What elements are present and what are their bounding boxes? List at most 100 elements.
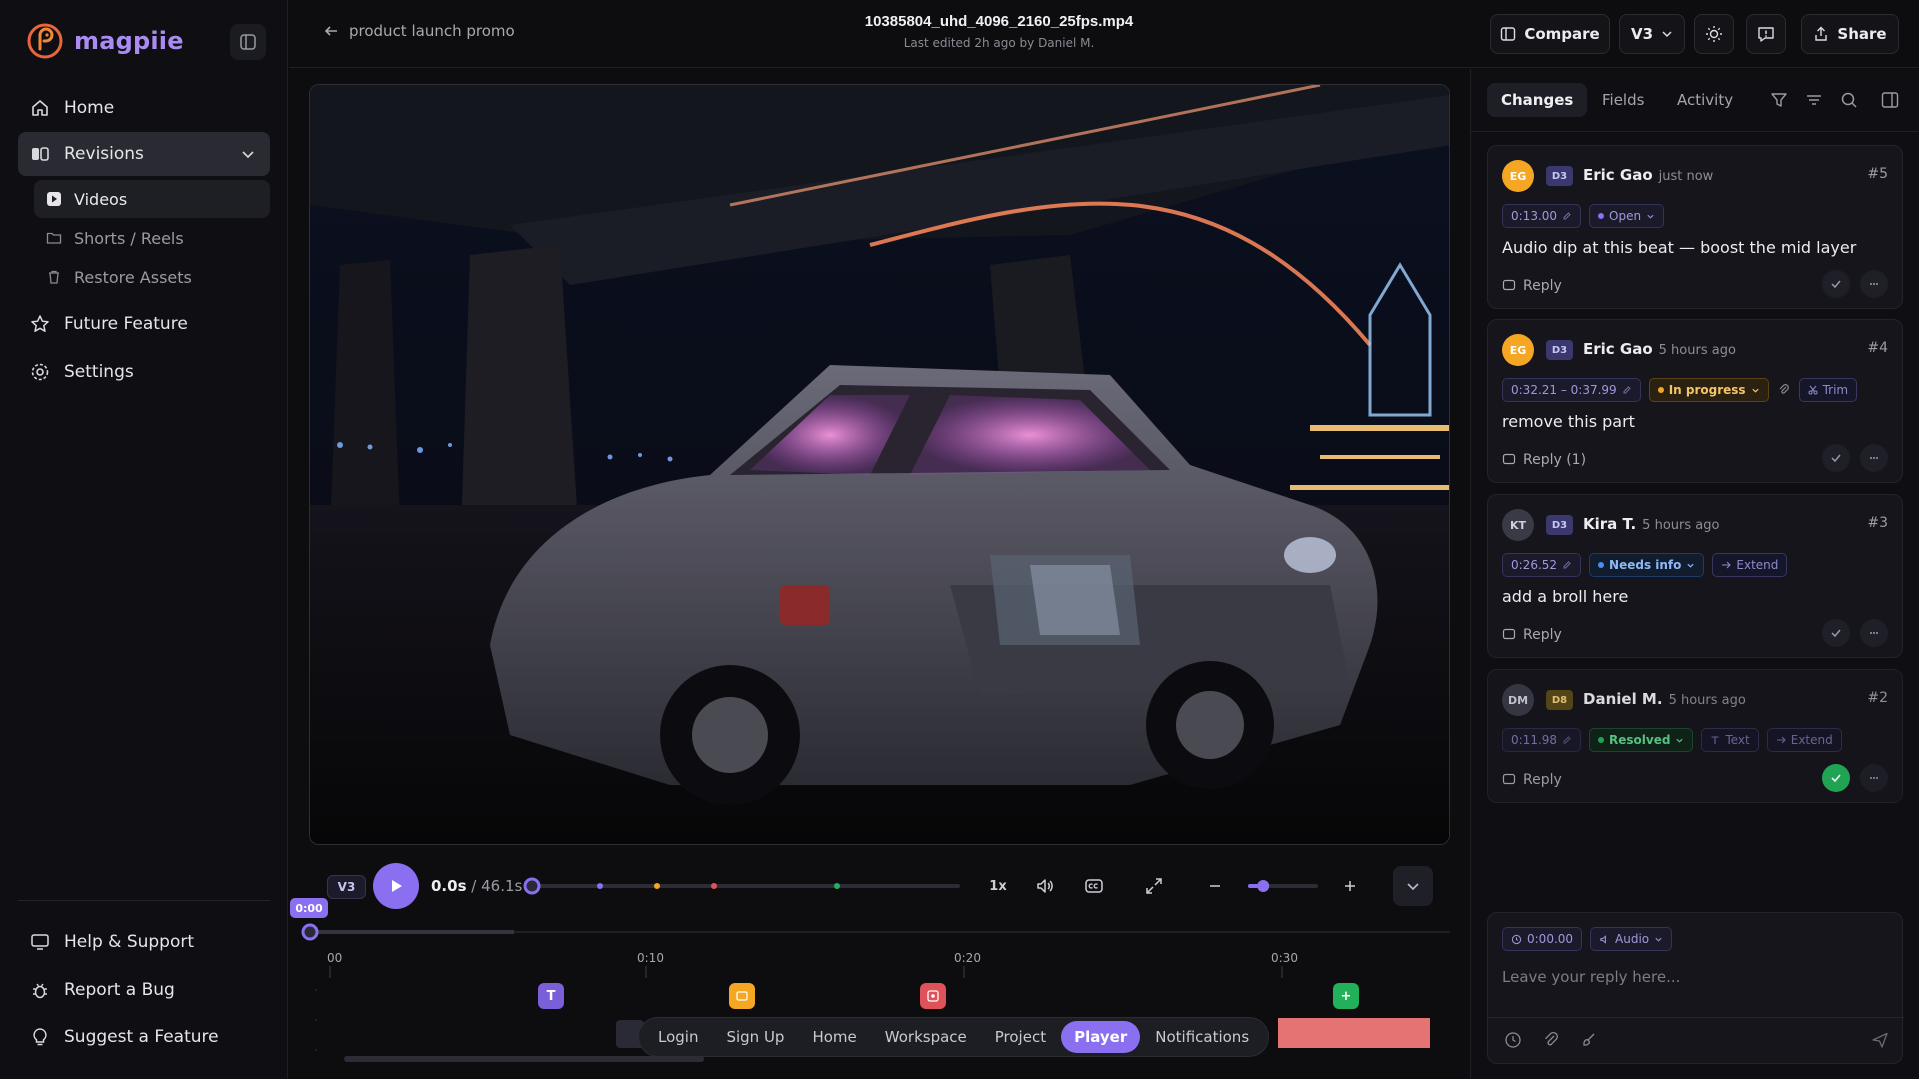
scrubber[interactable] [520,876,960,896]
comment-number: #5 [1867,166,1888,182]
search-icon[interactable] [1839,90,1859,110]
timestamp-chip[interactable]: 0:11.98 [1502,728,1582,752]
scrubber-comment-dot[interactable] [654,883,660,889]
resolve-button[interactable] [1822,619,1850,647]
resolve-button[interactable] [1822,270,1850,298]
tick-label: 00 [327,951,343,965]
status-dot [1598,737,1605,743]
timestamp-chip[interactable]: 0:13.00 [1502,204,1582,228]
filter-icon[interactable] [1769,90,1789,110]
timeline-scrollbar[interactable] [344,1056,704,1062]
sort-icon[interactable] [1804,90,1824,110]
timestamp-chip[interactable]: 0:26.52 [1502,553,1582,577]
zoom-handle[interactable] [1257,880,1270,892]
nav-suggest-feature[interactable]: Suggest a Feature [18,1015,270,1059]
status-dropdown[interactable]: Open [1589,204,1665,228]
reply-timestamp-chip[interactable]: 0:00.00 [1502,927,1583,951]
timeline-marker-media[interactable] [920,983,946,1009]
more-button[interactable] [1860,764,1888,792]
chat-icon [1502,773,1516,785]
bottom-nav-workspace[interactable]: Workspace [872,1021,980,1053]
sub-shorts-reels[interactable]: Shorts / Reels [34,219,270,257]
collapse-player-button[interactable] [1393,866,1433,906]
resolve-button[interactable] [1822,444,1850,472]
feedback-button[interactable] [1746,14,1786,54]
collapse-sidebar-button[interactable] [230,24,266,60]
reply-button[interactable]: Reply [1502,627,1562,643]
reply-button[interactable]: Reply [1502,278,1562,294]
tag-chip[interactable]: Text [1701,728,1759,752]
scrubber-handle[interactable] [523,877,541,895]
timeline-marker-image[interactable] [729,983,755,1009]
check-icon [1831,454,1841,463]
comment-card[interactable]: DM D8 Daniel M. 5 hours ago #2 0:11.98 Re… [1487,669,1903,803]
nav-report-bug[interactable]: Report a Bug [18,968,270,1012]
sub-videos[interactable]: Videos [34,180,270,218]
avatar: DM [1502,684,1534,716]
audio-clip-block[interactable] [1278,1018,1430,1048]
zoom-slider[interactable] [1246,876,1320,896]
app-logo[interactable]: magpiie [26,22,184,60]
compare-button[interactable]: Compare [1490,14,1610,54]
reply-button[interactable]: Reply [1502,772,1562,788]
reply-input[interactable] [1502,965,1882,989]
status-dropdown[interactable]: Needs info [1589,553,1705,577]
playhead-handle[interactable] [301,923,319,941]
status-dropdown[interactable]: In progress [1648,378,1769,402]
tick-label: 0:20 [954,951,981,965]
tag-chip[interactable]: Trim [1798,378,1858,402]
sub-restore-assets[interactable]: Restore Assets [34,258,270,296]
tab-activity[interactable]: Activity [1663,83,1747,117]
bottom-nav-login[interactable]: Login [645,1021,711,1053]
paperclip-icon[interactable] [1542,1031,1560,1049]
scrubber-comment-dot[interactable] [597,883,603,889]
comment-card[interactable]: EG D3 Eric Gao 5 hours ago #4 0:32.21 – 0… [1487,319,1903,483]
status-dropdown[interactable]: Resolved [1589,728,1694,752]
volume-button[interactable] [1031,872,1059,900]
fullscreen-button[interactable] [1140,872,1168,900]
nav-settings[interactable]: Settings [18,350,270,394]
nav-revisions[interactable]: Revisions [18,132,270,176]
expand-icon [1146,878,1162,894]
more-button[interactable] [1860,270,1888,298]
brush-icon[interactable] [1580,1031,1598,1049]
nav-help-support[interactable]: Help & Support [18,920,270,964]
tag-chip[interactable]: Extend [1712,553,1788,577]
bottom-nav-project[interactable]: Project [982,1021,1059,1053]
reply-button[interactable]: Reply (1) [1502,452,1586,468]
version-select[interactable]: V3 [1619,14,1685,54]
video-viewer[interactable] [309,84,1450,845]
clock-icon[interactable] [1504,1031,1522,1049]
player-version-chip[interactable]: V3 [327,875,366,899]
more-button[interactable] [1860,444,1888,472]
bottom-nav-notifications[interactable]: Notifications [1142,1021,1262,1053]
play-button[interactable] [373,863,419,909]
scrubber-comment-dot[interactable] [834,883,840,889]
captions-button[interactable] [1080,872,1108,900]
tab-fields[interactable]: Fields [1588,83,1658,117]
timeline-marker-text[interactable]: T [538,983,564,1009]
timeline-marker-add[interactable]: + [1333,983,1359,1009]
comment-card[interactable]: KT D3 Kira T. 5 hours ago #3 0:26.52 Need… [1487,494,1903,658]
theme-toggle-button[interactable] [1694,14,1734,54]
zoom-out-button[interactable] [1201,872,1229,900]
reply-track-dropdown[interactable]: Audio [1590,927,1673,951]
nav-future-feature[interactable]: Future Feature [18,302,270,346]
tag-chip[interactable]: Extend [1766,728,1842,752]
send-icon[interactable] [1871,1031,1889,1049]
nav-home[interactable]: Home [18,86,270,130]
resolved-indicator[interactable] [1822,764,1850,792]
bottom-nav-sign-up[interactable]: Sign Up [713,1021,797,1053]
zoom-in-button[interactable] [1336,872,1364,900]
speed-button[interactable]: 1x [984,872,1012,900]
share-button[interactable]: Share [1801,14,1899,54]
tab-changes[interactable]: Changes [1487,83,1588,117]
bottom-nav-home[interactable]: Home [799,1021,869,1053]
panel-layout-icon[interactable] [1880,90,1900,110]
timestamp-chip[interactable]: 0:32.21 – 0:37.99 [1502,378,1641,402]
bottom-nav-player[interactable]: Player [1061,1021,1141,1053]
more-button[interactable] [1860,619,1888,647]
comment-card[interactable]: EG D3 Eric Gao just now #5 0:13.00 Open A… [1487,145,1903,309]
paperclip-icon[interactable] [1777,383,1791,397]
scrubber-comment-dot[interactable] [711,883,717,889]
